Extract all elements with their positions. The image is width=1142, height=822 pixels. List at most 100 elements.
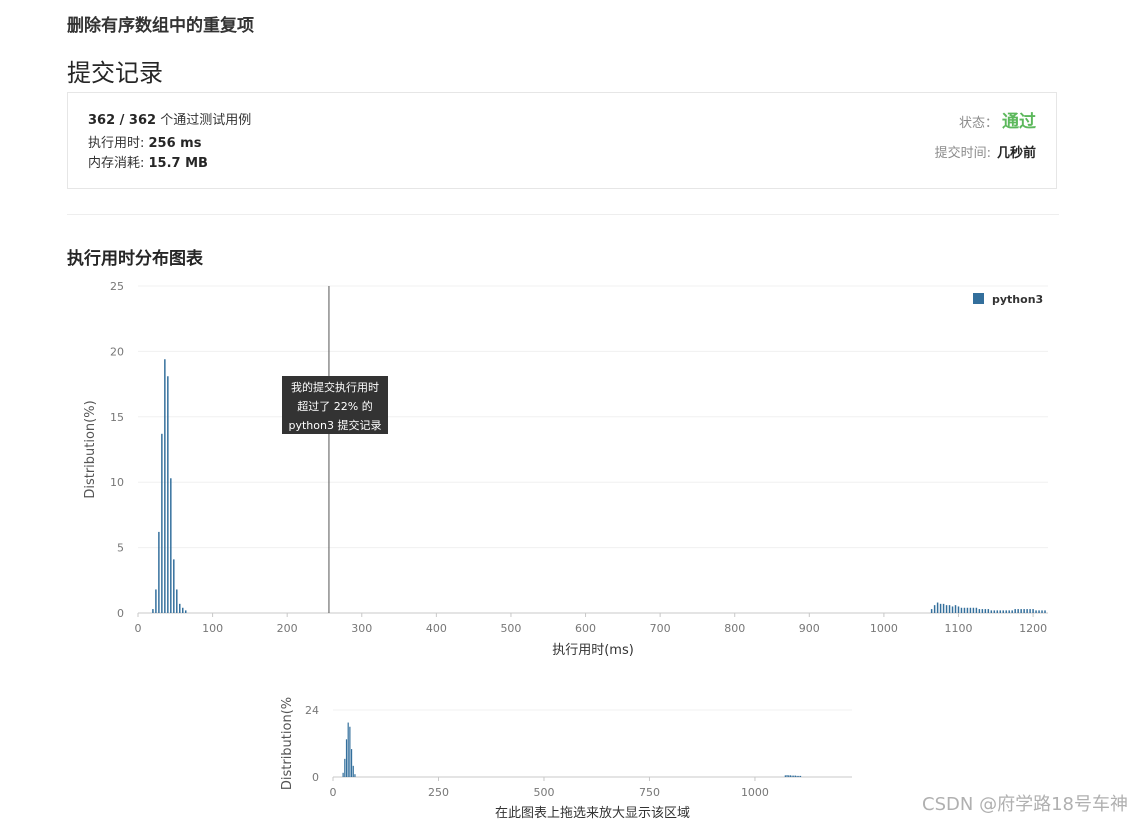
runtime-value: 256 ms [148,136,202,151]
bar [990,610,993,613]
bar [957,606,960,613]
bar [1005,610,1007,613]
x-tick-label: 800 [724,622,745,635]
bar [981,609,984,613]
x-tick-label: 1100 [944,622,972,635]
bar [164,359,166,613]
y-tick-label: 0 [117,607,124,620]
bar [161,433,163,613]
bar [1023,609,1025,613]
bar [969,607,972,613]
bar [1008,610,1010,613]
bar [167,376,169,613]
tooltip-line: 超过了 22% 的 [297,399,372,413]
bar [786,775,788,777]
y-tick-label: 5 [117,542,124,555]
x-tick-label: 900 [799,622,820,635]
status-line: 状态： 通过 [959,107,1036,132]
bar [155,589,157,613]
y-tick-label: 25 [110,280,124,293]
bar [930,609,933,613]
memory-label: 内存消耗: [88,156,149,171]
status-badge: 通过 [1002,112,1036,132]
x-tick-label: 300 [351,622,372,635]
bar [794,775,797,777]
bar [1020,609,1022,613]
tooltip-line: 我的提交执行用时 [291,380,379,394]
submit-time-line: 提交时间: 几秒前 [935,142,1036,161]
bar [350,749,353,777]
y-tick-label: 20 [110,345,124,358]
bar [793,775,795,777]
bar [936,602,939,613]
status-label: 状态： [958,116,998,131]
bar [954,605,957,613]
x-tick-label: 400 [426,622,447,635]
x-tick-label: 0 [135,622,142,635]
chart-title: 执行用时分布图表 [67,249,203,269]
y-axis-title: Distribution(% [280,697,295,790]
y-axis-title: Distribution(%) [83,400,98,498]
bar [176,589,178,613]
bar [1032,609,1034,613]
memory-line: 内存消耗: 15.7 MB [88,152,208,171]
memory-value: 15.7 MB [148,156,208,171]
bar [978,609,981,613]
bar [966,607,969,613]
bar [948,605,951,613]
bar [791,775,793,777]
bar [1011,610,1013,613]
bar [1041,610,1043,613]
bar [173,559,175,613]
divider [67,214,1059,215]
runtime-distribution-chart[interactable]: 0 5 10 15 20 25 0 100 200 300 400 500 600 700 800 900 10… [0,270,1142,670]
bar [942,603,945,613]
bar [999,610,1002,613]
bar [349,726,351,777]
bar [179,603,181,613]
x-tick-label: 600 [575,622,596,635]
bar [963,607,966,613]
x-tick-label: 500 [500,622,521,635]
cases-line: 362 / 362 个通过测试用例 [88,109,251,128]
submit-time-label: 提交时间: [934,146,991,161]
bar [1035,610,1037,613]
bar [993,610,996,613]
y-tick-label: 0 [312,771,319,784]
bar [984,609,987,613]
cases-passed: 362 / 362 [88,113,157,128]
problem-title[interactable]: 删除有序数组中的重复项 [67,11,254,36]
runtime-label: 执行用时: [88,136,149,151]
x-tick-label: 100 [202,622,223,635]
bar [347,722,349,777]
bar [788,775,790,777]
x-tick-label: 1000 [870,622,898,635]
bar [352,765,354,777]
submission-summary-card: 362 / 362 个通过测试用例 执行用时: 256 ms 内存消耗: 15.… [67,92,1057,189]
bar [1038,610,1040,613]
bar [789,775,791,777]
bar [170,478,172,613]
legend-swatch [973,293,984,304]
bar [972,607,975,613]
bar [987,609,990,613]
tooltip-line: python3 提交记录 [289,418,382,432]
x-tick-label: 700 [650,622,671,635]
bar [933,605,936,613]
bar [798,775,800,777]
legend-label: python3 [992,293,1043,306]
submit-time-value: 几秒前 [996,146,1036,161]
cases-label: 个通过测试用例 [156,113,252,128]
bar [945,605,948,613]
bar [796,775,798,777]
x-tick-label: 1000 [741,786,769,799]
x-tick-label: 200 [277,622,298,635]
bar [960,607,963,613]
bar [1026,609,1028,613]
bar [939,603,942,613]
bar [182,607,184,613]
bar [1044,610,1046,613]
bar [152,609,154,613]
bar [345,739,348,777]
x-tick-label: 750 [639,786,660,799]
